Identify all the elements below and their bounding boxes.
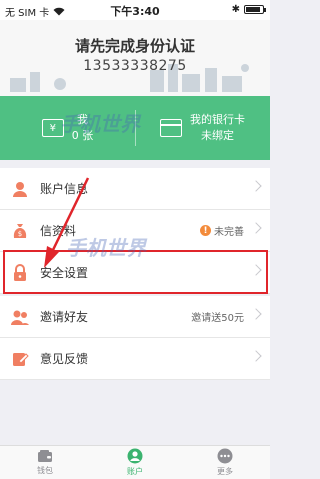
credit-label-part1: 信 <box>40 224 53 238</box>
wallet-icon <box>38 450 52 462</box>
phone-number: 13533338275 <box>83 58 187 74</box>
person-icon <box>10 179 30 199</box>
coupon-card[interactable]: ¥ 我 0 张 <box>0 96 135 160</box>
menu-item-label: 安全设置 <box>40 266 89 280</box>
tab-label: 钱包 <box>37 466 53 475</box>
menu-item-account-info[interactable]: 账户信息 <box>0 168 270 210</box>
account-user-icon <box>127 448 143 464</box>
menu-group-2: 邀请好友 邀请送50元 意见反馈 <box>0 296 270 380</box>
feedback-edit-icon <box>10 349 30 369</box>
status-right: ✱ <box>231 4 266 15</box>
menu-item-label: 邀请好友 <box>40 310 89 324</box>
tab-label: 账户 <box>127 467 143 476</box>
credit-status: ! 未完善 <box>200 223 244 238</box>
svg-text:$: $ <box>18 230 22 238</box>
tab-more[interactable]: 更多 <box>180 446 270 479</box>
identity-header[interactable]: 请先完成身份认证 13533338275 <box>0 20 270 96</box>
tab-wallet[interactable]: 钱包 <box>0 446 90 479</box>
bank-card-title: 我的银行卡 <box>190 113 245 126</box>
tab-bar: 钱包 账户 更多 <box>0 445 270 479</box>
chevron-right-icon <box>250 180 262 192</box>
credit-status-text: 未完善 <box>214 227 244 238</box>
bank-card-icon <box>160 119 182 137</box>
chevron-right-icon <box>250 222 262 234</box>
menu-item-security[interactable]: 安全设置 <box>0 252 270 294</box>
tab-account[interactable]: 账户 <box>90 446 180 479</box>
menu-item-label: 账户信息 <box>40 182 89 196</box>
bluetooth-icon: ✱ <box>231 4 240 15</box>
people-icon <box>10 307 30 327</box>
menu-item-label: 信资料 <box>40 222 76 239</box>
credit-label-part2: 资料 <box>52 224 77 238</box>
menu-item-label: 意见反馈 <box>40 352 89 366</box>
coupon-card-count: 0 张 <box>71 129 94 142</box>
menu-group-1: 账户信息 $ 信资料 ! 未完善 安全设置 <box>0 168 270 294</box>
lock-icon <box>10 263 30 283</box>
cards-panel: ¥ 我 0 张 我的银行卡 未绑定 <box>0 96 270 160</box>
menu-item-feedback[interactable]: 意见反馈 <box>0 338 270 380</box>
identity-prompt-title: 请先完成身份认证 <box>74 37 195 55</box>
tab-label: 更多 <box>217 467 233 476</box>
battery-icon <box>244 5 266 14</box>
bank-card-status: 未绑定 <box>201 129 234 142</box>
menu-item-invite[interactable]: 邀请好友 邀请送50元 <box>0 296 270 338</box>
warning-icon: ! <box>200 225 211 236</box>
bank-card[interactable]: 我的银行卡 未绑定 <box>135 96 270 160</box>
coupon-card-title: 我 <box>77 113 88 126</box>
invite-note: 邀请送50元 <box>191 313 244 324</box>
more-dots-icon <box>217 448 233 464</box>
bank-card-text: 我的银行卡 未绑定 <box>190 112 245 144</box>
coupon-card-text: 我 0 张 <box>72 112 94 144</box>
menu-item-credit-info[interactable]: $ 信资料 ! 未完善 <box>0 210 270 252</box>
chevron-right-icon <box>250 308 262 320</box>
money-bag-icon: $ <box>10 221 30 241</box>
status-time: 下午3:40 <box>110 5 160 18</box>
status-bar: 无 SIM 卡 下午3:40 ✱ <box>0 0 270 20</box>
chevron-right-icon <box>250 350 262 362</box>
chevron-right-icon <box>250 264 262 276</box>
yen-card-icon: ¥ <box>41 119 64 137</box>
